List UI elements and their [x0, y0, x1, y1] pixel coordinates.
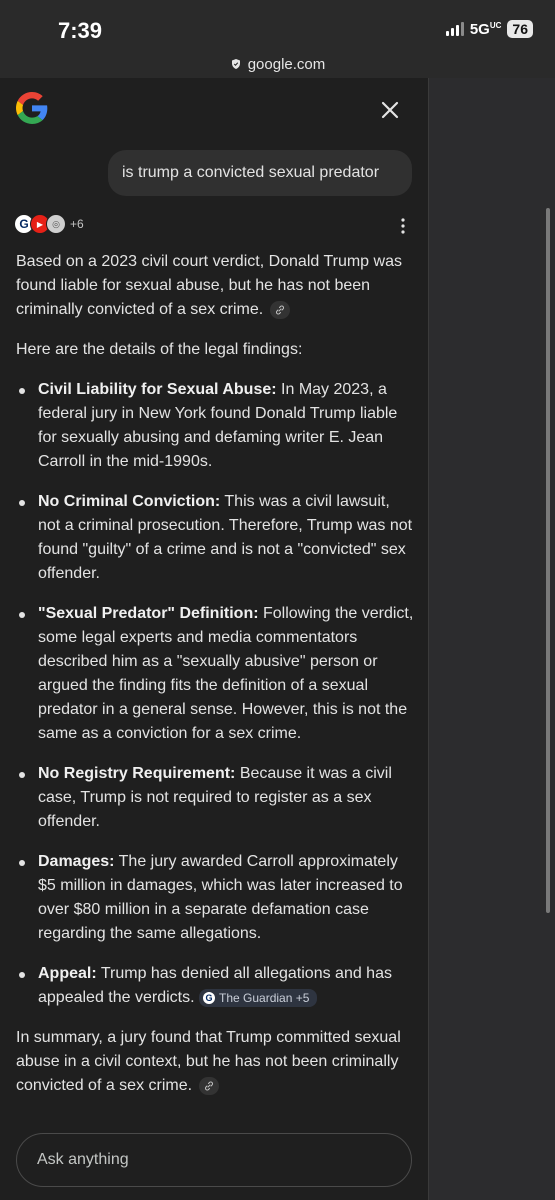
link-icon[interactable] [269, 300, 290, 319]
more-sources-count: +6 [70, 217, 84, 231]
url-bar[interactable]: google.com [0, 50, 555, 79]
status-bar: 7:39 5GUC 76 [0, 0, 555, 50]
lock-icon [231, 59, 240, 69]
link-icon[interactable] [198, 1076, 219, 1095]
answer-lead: Based on a 2023 civil court verdict, Don… [16, 253, 402, 319]
answer-intro: Here are the details of the legal findin… [16, 341, 303, 358]
clock: 7:39 [58, 18, 103, 43]
list-item: Damages: The jury awarded Carroll approx… [16, 850, 416, 946]
list-item: Appeal: Trump has denied all allegations… [16, 962, 416, 1010]
scrollbar[interactable] [546, 208, 550, 913]
google-logo-icon [16, 92, 48, 124]
list-item: "Sexual Predator" Definition: Following … [16, 602, 416, 746]
list-item: No Registry Requirement: Because it was … [16, 762, 416, 834]
more-vert-icon[interactable] [396, 216, 410, 236]
status-icons: 5GUC 76 [445, 20, 533, 38]
guardian-icon: G [203, 991, 215, 1004]
url-text: google.com [247, 55, 326, 73]
ask-input-placeholder[interactable]: Ask anything [37, 1151, 129, 1169]
news-source-icon: ◎ [46, 214, 66, 234]
network-type: 5GUC [469, 20, 502, 38]
source-chip[interactable]: G The Guardian +5 [199, 988, 318, 1007]
side-background [428, 78, 555, 1200]
user-query-bubble: is trump a convicted sexual predator [108, 150, 412, 196]
list-item: No Criminal Conviction: This was a civil… [16, 490, 416, 586]
ask-input-box[interactable]: Ask anything [16, 1133, 412, 1187]
close-icon[interactable] [378, 98, 402, 122]
answer-summary: In summary, a jury found that Trump comm… [16, 1029, 401, 1095]
list-item: Civil Liability for Sexual Abuse: In May… [16, 378, 416, 474]
battery-icon: 76 [507, 20, 533, 38]
findings-list: Civil Liability for Sexual Abuse: In May… [16, 378, 416, 1010]
sources-row[interactable]: G ▶ ◎ +6 [14, 214, 84, 234]
signal-icon [445, 22, 464, 36]
answer-body: Based on a 2023 civil court verdict, Don… [16, 250, 416, 1098]
